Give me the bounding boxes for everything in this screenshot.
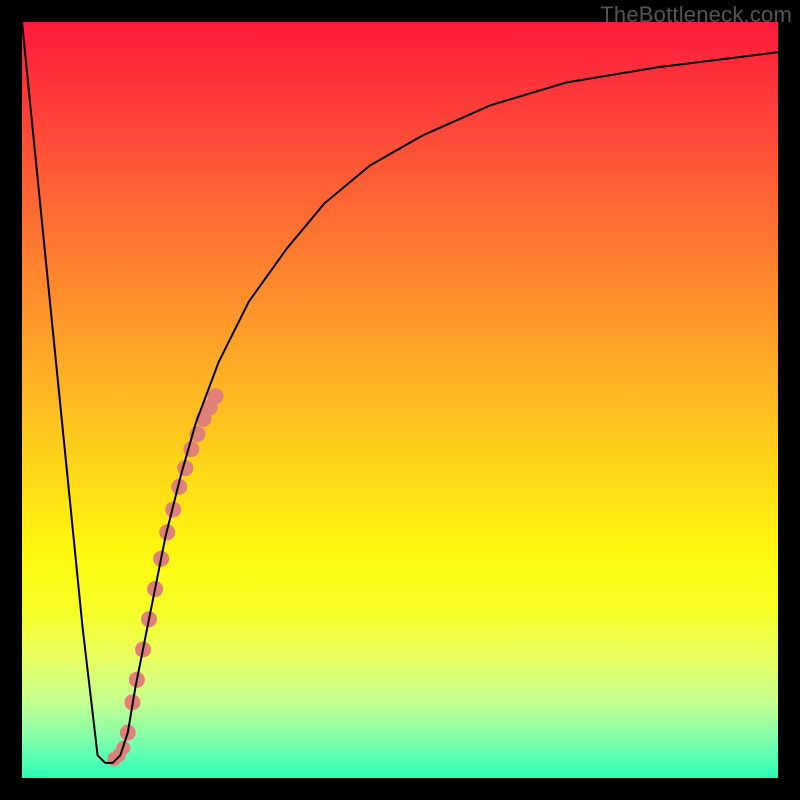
chart-svg: [22, 22, 778, 778]
marker-dot: [183, 441, 199, 457]
marker-dot: [208, 388, 224, 404]
chart-frame: TheBottleneck.com: [0, 0, 800, 800]
plot-area: [22, 22, 778, 778]
